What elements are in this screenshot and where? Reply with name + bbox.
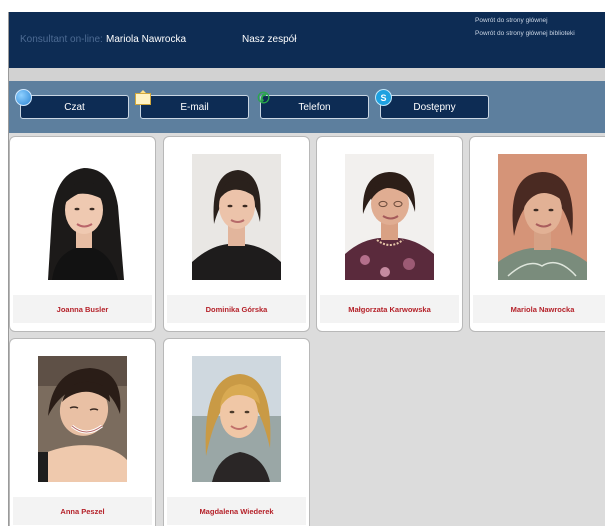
email-button[interactable]: E-mail [135, 90, 249, 119]
member-photo [498, 154, 587, 280]
member-name[interactable]: Mariola Nawrocka [511, 305, 575, 314]
member-name-bar: Mariola Nawrocka [473, 295, 605, 323]
member-name[interactable]: Anna Peszel [60, 507, 104, 516]
member-name[interactable]: Małgorzata Karwowska [348, 305, 431, 314]
team-member-card[interactable]: Mariola Nawrocka [469, 136, 605, 332]
consultant-label: Konsultant on-line: [20, 34, 103, 45]
member-name-bar: Magdalena Wiederek [167, 497, 306, 525]
contact-toolbar: Czat E-mail ✆ Telefon S Dostępny [9, 81, 605, 133]
return-library-link[interactable]: Powrót do strony głównej biblioteki [475, 27, 575, 40]
member-name-bar: Dominika Górska [167, 295, 306, 323]
return-links: Powrót do strony głównej Powrót do stron… [475, 14, 575, 40]
email-button-label: E-mail [180, 101, 209, 113]
member-photo [38, 154, 127, 280]
skype-button-label: Dostępny [413, 101, 456, 113]
phone-icon: ✆ [257, 89, 270, 107]
header: Konsultant on-line: Mariola Nawrocka Nas… [9, 12, 605, 68]
skype-icon: S [375, 89, 392, 106]
team-link[interactable]: Nasz zespół [242, 34, 296, 45]
member-name-bar: Małgorzata Karwowska [320, 295, 459, 323]
member-name-bar: Anna Peszel [13, 497, 152, 525]
phone-button-label: Telefon [298, 101, 331, 113]
chat-button-label: Czat [64, 101, 85, 113]
member-name[interactable]: Magdalena Wiederek [199, 507, 273, 516]
member-name-bar: Joanna Busler [13, 295, 152, 323]
chat-button[interactable]: Czat [15, 89, 129, 119]
team-member-card[interactable]: Małgorzata Karwowska [316, 136, 463, 332]
member-name[interactable]: Joanna Busler [57, 305, 109, 314]
member-photo [38, 356, 127, 482]
member-name[interactable]: Dominika Górska [206, 305, 268, 314]
separator-bar [9, 68, 605, 81]
team-member-card[interactable]: Anna Peszel [9, 338, 156, 526]
envelope-icon [135, 90, 151, 105]
member-photo [192, 356, 281, 482]
app-frame: Konsultant on-line: Mariola Nawrocka Nas… [8, 12, 605, 526]
team-member-card[interactable]: Joanna Busler [9, 136, 156, 332]
member-photo [192, 154, 281, 280]
chat-bubble-icon [15, 89, 32, 106]
phone-button[interactable]: ✆ Telefon [257, 90, 369, 119]
member-photo [345, 154, 434, 280]
team-member-card[interactable]: Magdalena Wiederek [163, 338, 310, 526]
skype-button[interactable]: S Dostępny [375, 89, 489, 119]
return-home-link[interactable]: Powrót do strony głównej [475, 14, 575, 27]
consultant-name: Mariola Nawrocka [106, 34, 187, 45]
team-member-card[interactable]: Dominika Górska [163, 136, 310, 332]
